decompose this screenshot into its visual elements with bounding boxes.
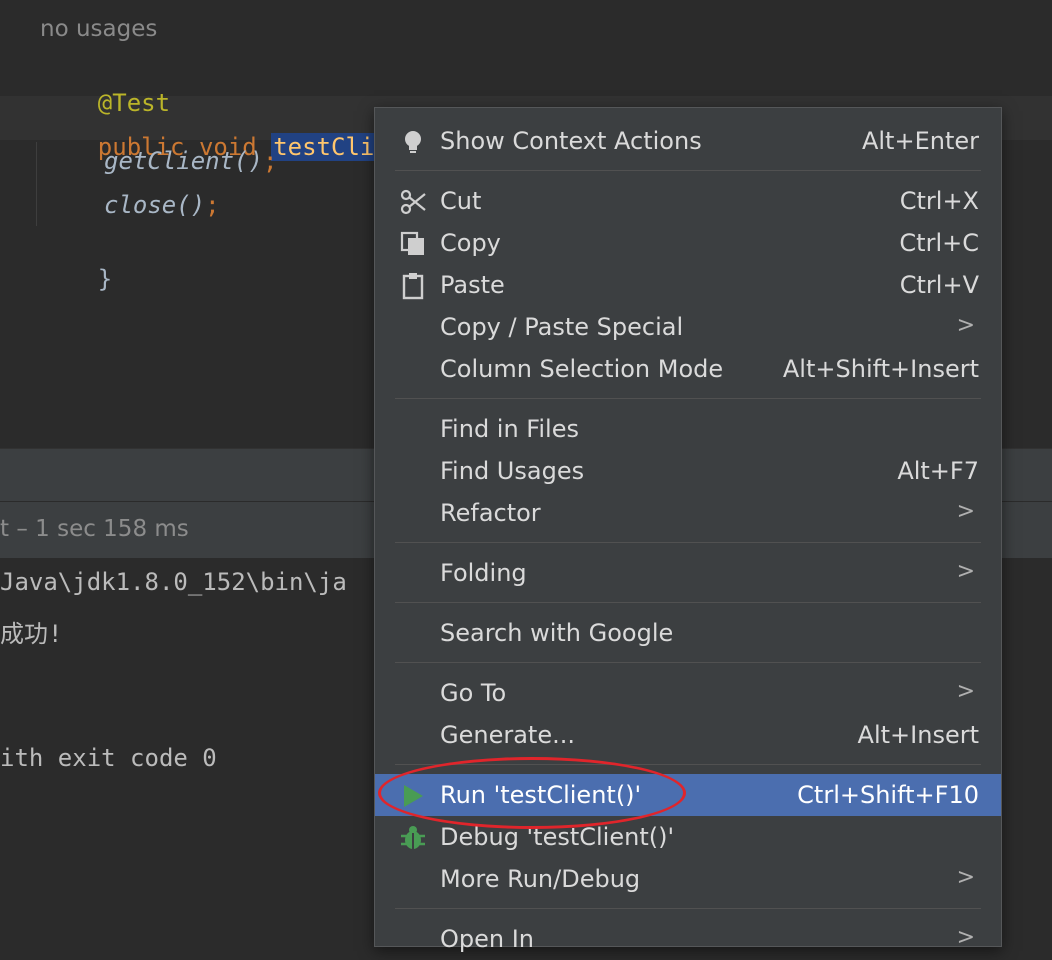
highlight-annotation-ellipse — [378, 757, 686, 829]
code-line-close-brace[interactable]: } — [40, 234, 112, 324]
menu-separator — [395, 170, 981, 171]
menu-item-label: Go To — [440, 679, 507, 707]
menu-separator — [395, 602, 981, 603]
menu-item-cut[interactable]: Cut Ctrl+X — [375, 180, 1001, 222]
menu-item-shortcut: Alt+Insert — [857, 721, 979, 749]
menu-item-go-to[interactable]: Go To > — [375, 672, 1001, 714]
menu-item-label: Copy — [440, 229, 501, 257]
call-close: close() — [104, 191, 206, 219]
menu-item-shortcut: Alt+Shift+Insert — [782, 355, 979, 383]
menu-item-label: Copy / Paste Special — [440, 313, 684, 341]
usages-hint: no usages — [40, 16, 158, 42]
menu-item-shortcut: Ctrl+V — [899, 271, 979, 299]
scissors-icon — [400, 189, 426, 215]
menu-item-shortcut: Ctrl+X — [899, 187, 979, 215]
menu-item-search-with-google[interactable]: Search with Google — [375, 612, 1001, 654]
menu-separator — [395, 398, 981, 399]
console-line: Java\jdk1.8.0_152\bin\ja — [0, 568, 347, 596]
chevron-right-icon: > — [956, 499, 975, 524]
menu-item-shortcut: Ctrl+Shift+F10 — [797, 781, 979, 809]
semicolon: ; — [205, 191, 220, 219]
menu-item-refactor[interactable]: Refactor > — [375, 492, 1001, 534]
menu-item-label: Search with Google — [440, 619, 674, 647]
menu-item-generate[interactable]: Generate... Alt+Insert — [375, 714, 1001, 756]
clipboard-icon — [402, 273, 424, 300]
code-line-call-2[interactable]: close(); — [104, 190, 220, 220]
menu-item-label: Cut — [440, 187, 482, 215]
chevron-right-icon: > — [956, 559, 975, 584]
chevron-right-icon: > — [956, 925, 975, 950]
menu-item-label: Show Context Actions — [440, 127, 702, 155]
menu-item-label: More Run/Debug — [440, 865, 641, 893]
menu-item-more-run-debug[interactable]: More Run/Debug > — [375, 858, 1001, 900]
chevron-right-icon: > — [956, 865, 975, 890]
semicolon: ; — [262, 147, 278, 175]
menu-item-shortcut: Alt+F7 — [897, 457, 979, 485]
menu-item-label: Paste — [440, 271, 505, 299]
menu-item-copy-paste-special[interactable]: Copy / Paste Special > — [375, 306, 1001, 348]
menu-item-label: Find in Files — [440, 415, 579, 443]
copy-icon — [400, 231, 424, 255]
menu-item-label: Folding — [440, 559, 527, 587]
run-duration-text: t – 1 sec 158 ms — [0, 516, 189, 542]
console-line: ith exit code 0 — [0, 744, 217, 772]
chevron-right-icon: > — [956, 313, 975, 338]
menu-item-shortcut: Alt+Enter — [861, 127, 979, 155]
menu-item-show-context-actions[interactable]: Show Context Actions Alt+Enter — [375, 120, 1001, 162]
menu-item-label: Generate... — [440, 721, 575, 749]
menu-item-label: Find Usages — [440, 457, 585, 485]
menu-separator — [395, 662, 981, 663]
call-get-client: getClient() — [104, 147, 263, 175]
menu-item-find-in-files[interactable]: Find in Files — [375, 408, 1001, 450]
menu-item-folding[interactable]: Folding > — [375, 552, 1001, 594]
menu-item-find-usages[interactable]: Find Usages Alt+F7 — [375, 450, 1001, 492]
menu-separator — [395, 908, 981, 909]
closing-brace: } — [97, 265, 113, 293]
menu-item-column-selection-mode[interactable]: Column Selection Mode Alt+Shift+Insert — [375, 348, 1001, 390]
debug-bug-icon — [401, 826, 425, 849]
code-line-call-1[interactable]: getClient(); — [104, 146, 277, 176]
menu-item-label: Refactor — [440, 499, 541, 527]
menu-item-copy[interactable]: Copy Ctrl+C — [375, 222, 1001, 264]
menu-item-open-in[interactable]: Open In > — [375, 918, 1001, 960]
lightbulb-icon — [405, 131, 421, 153]
menu-item-label: Column Selection Mode — [440, 355, 724, 383]
console-line: 成功! — [0, 620, 63, 648]
menu-item-label: Open In — [440, 925, 535, 953]
indent-guide — [36, 142, 37, 226]
chevron-right-icon: > — [956, 679, 975, 704]
menu-separator — [395, 542, 981, 543]
menu-item-shortcut: Ctrl+C — [899, 229, 979, 257]
menu-item-paste[interactable]: Paste Ctrl+V — [375, 264, 1001, 306]
